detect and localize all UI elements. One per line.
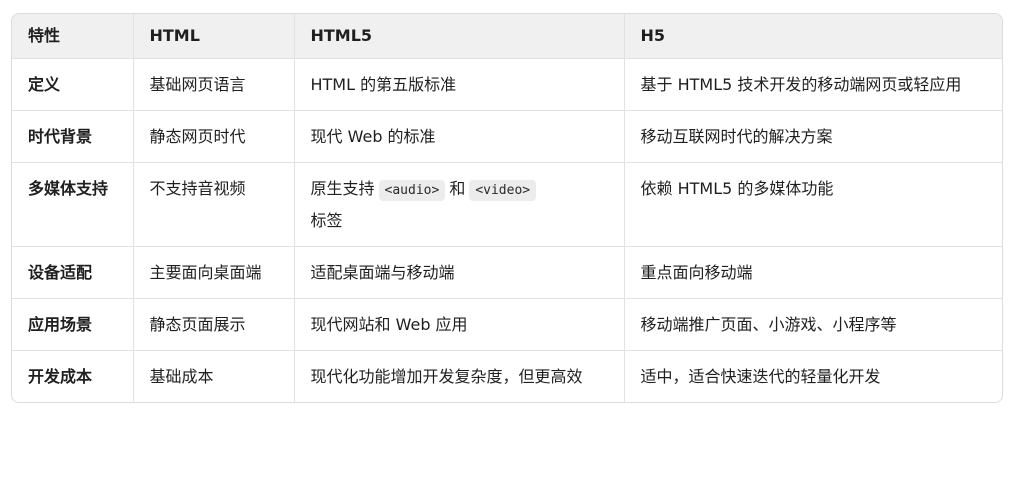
html5-text-mid: 和 [449, 179, 466, 198]
html5-text-suffix: 标签 [310, 211, 343, 230]
row-feature: 开发成本 [12, 350, 134, 402]
table-body: 定义 基础网页语言 HTML 的第五版标准 基于 HTML5 技术开发的移动端网… [12, 58, 1002, 402]
row-h5: 重点面向移动端 [624, 246, 1002, 299]
video-tag-code: <video> [469, 180, 537, 201]
header-h5: H5 [624, 14, 1002, 59]
row-feature: 设备适配 [12, 246, 134, 299]
comparison-table: 特性 HTML HTML5 H5 定义 基础网页语言 HTML 的第五版标准 基… [12, 14, 1002, 402]
table-header: 特性 HTML HTML5 H5 [12, 14, 1002, 59]
table-row: 时代背景 静态网页时代 现代 Web 的标准 移动互联网时代的解决方案 [12, 110, 1002, 163]
audio-tag-code: <audio> [378, 180, 446, 201]
row-feature: 应用场景 [12, 298, 134, 351]
row-h5: 移动端推广页面、小游戏、小程序等 [624, 298, 1002, 351]
row-feature: 时代背景 [12, 110, 134, 163]
header-feature: 特性 [12, 14, 134, 59]
row-h5: 适中，适合快速迭代的轻量化开发 [640, 367, 881, 386]
row-html5: 现代 Web 的标准 [294, 110, 625, 163]
row-html: 基础网页语言 [133, 58, 295, 111]
html5-text-prefix: 原生支持 [310, 179, 375, 198]
row-html: 主要面向桌面端 [133, 246, 295, 299]
row-feature: 定义 [12, 58, 134, 111]
header-row: 特性 HTML HTML5 H5 [12, 14, 1002, 59]
row-html: 静态页面展示 [133, 298, 295, 351]
row-html5: 原生支持 <audio> 和 <video> 标签 [294, 162, 625, 247]
row-feature: 多媒体支持 [12, 162, 134, 247]
row-html5: HTML 的第五版标准 [294, 58, 625, 111]
row-html: 基础成本 [133, 350, 295, 402]
header-html: HTML [133, 14, 295, 59]
row-h5: 移动互联网时代的解决方案 [624, 110, 1002, 163]
table-row: 应用场景 静态页面展示 现代网站和 Web 应用 移动端推广页面、小游戏、小程序… [12, 298, 1002, 351]
row-h5: 依赖 HTML5 的多媒体功能 [624, 162, 1002, 247]
row-html: 静态网页时代 [133, 110, 295, 163]
table-row: 开发成本 基础成本 现代化功能增加开发复杂度，但更高效 适中，适合快速迭代的轻量… [12, 350, 1002, 402]
table-row: 多媒体支持 不支持音视频 原生支持 <audio> 和 <video> 标签 依赖 HT… [12, 162, 1002, 247]
table-row: 定义 基础网页语言 HTML 的第五版标准 基于 HTML5 技术开发的移动端网… [12, 58, 1002, 111]
row-html5: 现代化功能增加开发复杂度，但更高效 [294, 350, 625, 402]
row-h5: 基于 HTML5 技术开发的移动端网页或轻应用 [624, 58, 1002, 111]
table-row: 设备适配 主要面向桌面端 适配桌面端与移动端 重点面向移动端 [12, 246, 1002, 299]
header-html5: HTML5 [294, 14, 625, 59]
row-html: 不支持音视频 [133, 162, 295, 247]
comparison-table-container: 特性 HTML HTML5 H5 定义 基础网页语言 HTML 的第五版标准 基… [11, 13, 1003, 403]
row-html5: 适配桌面端与移动端 [294, 246, 625, 299]
row-html5: 现代网站和 Web 应用 [294, 298, 625, 351]
